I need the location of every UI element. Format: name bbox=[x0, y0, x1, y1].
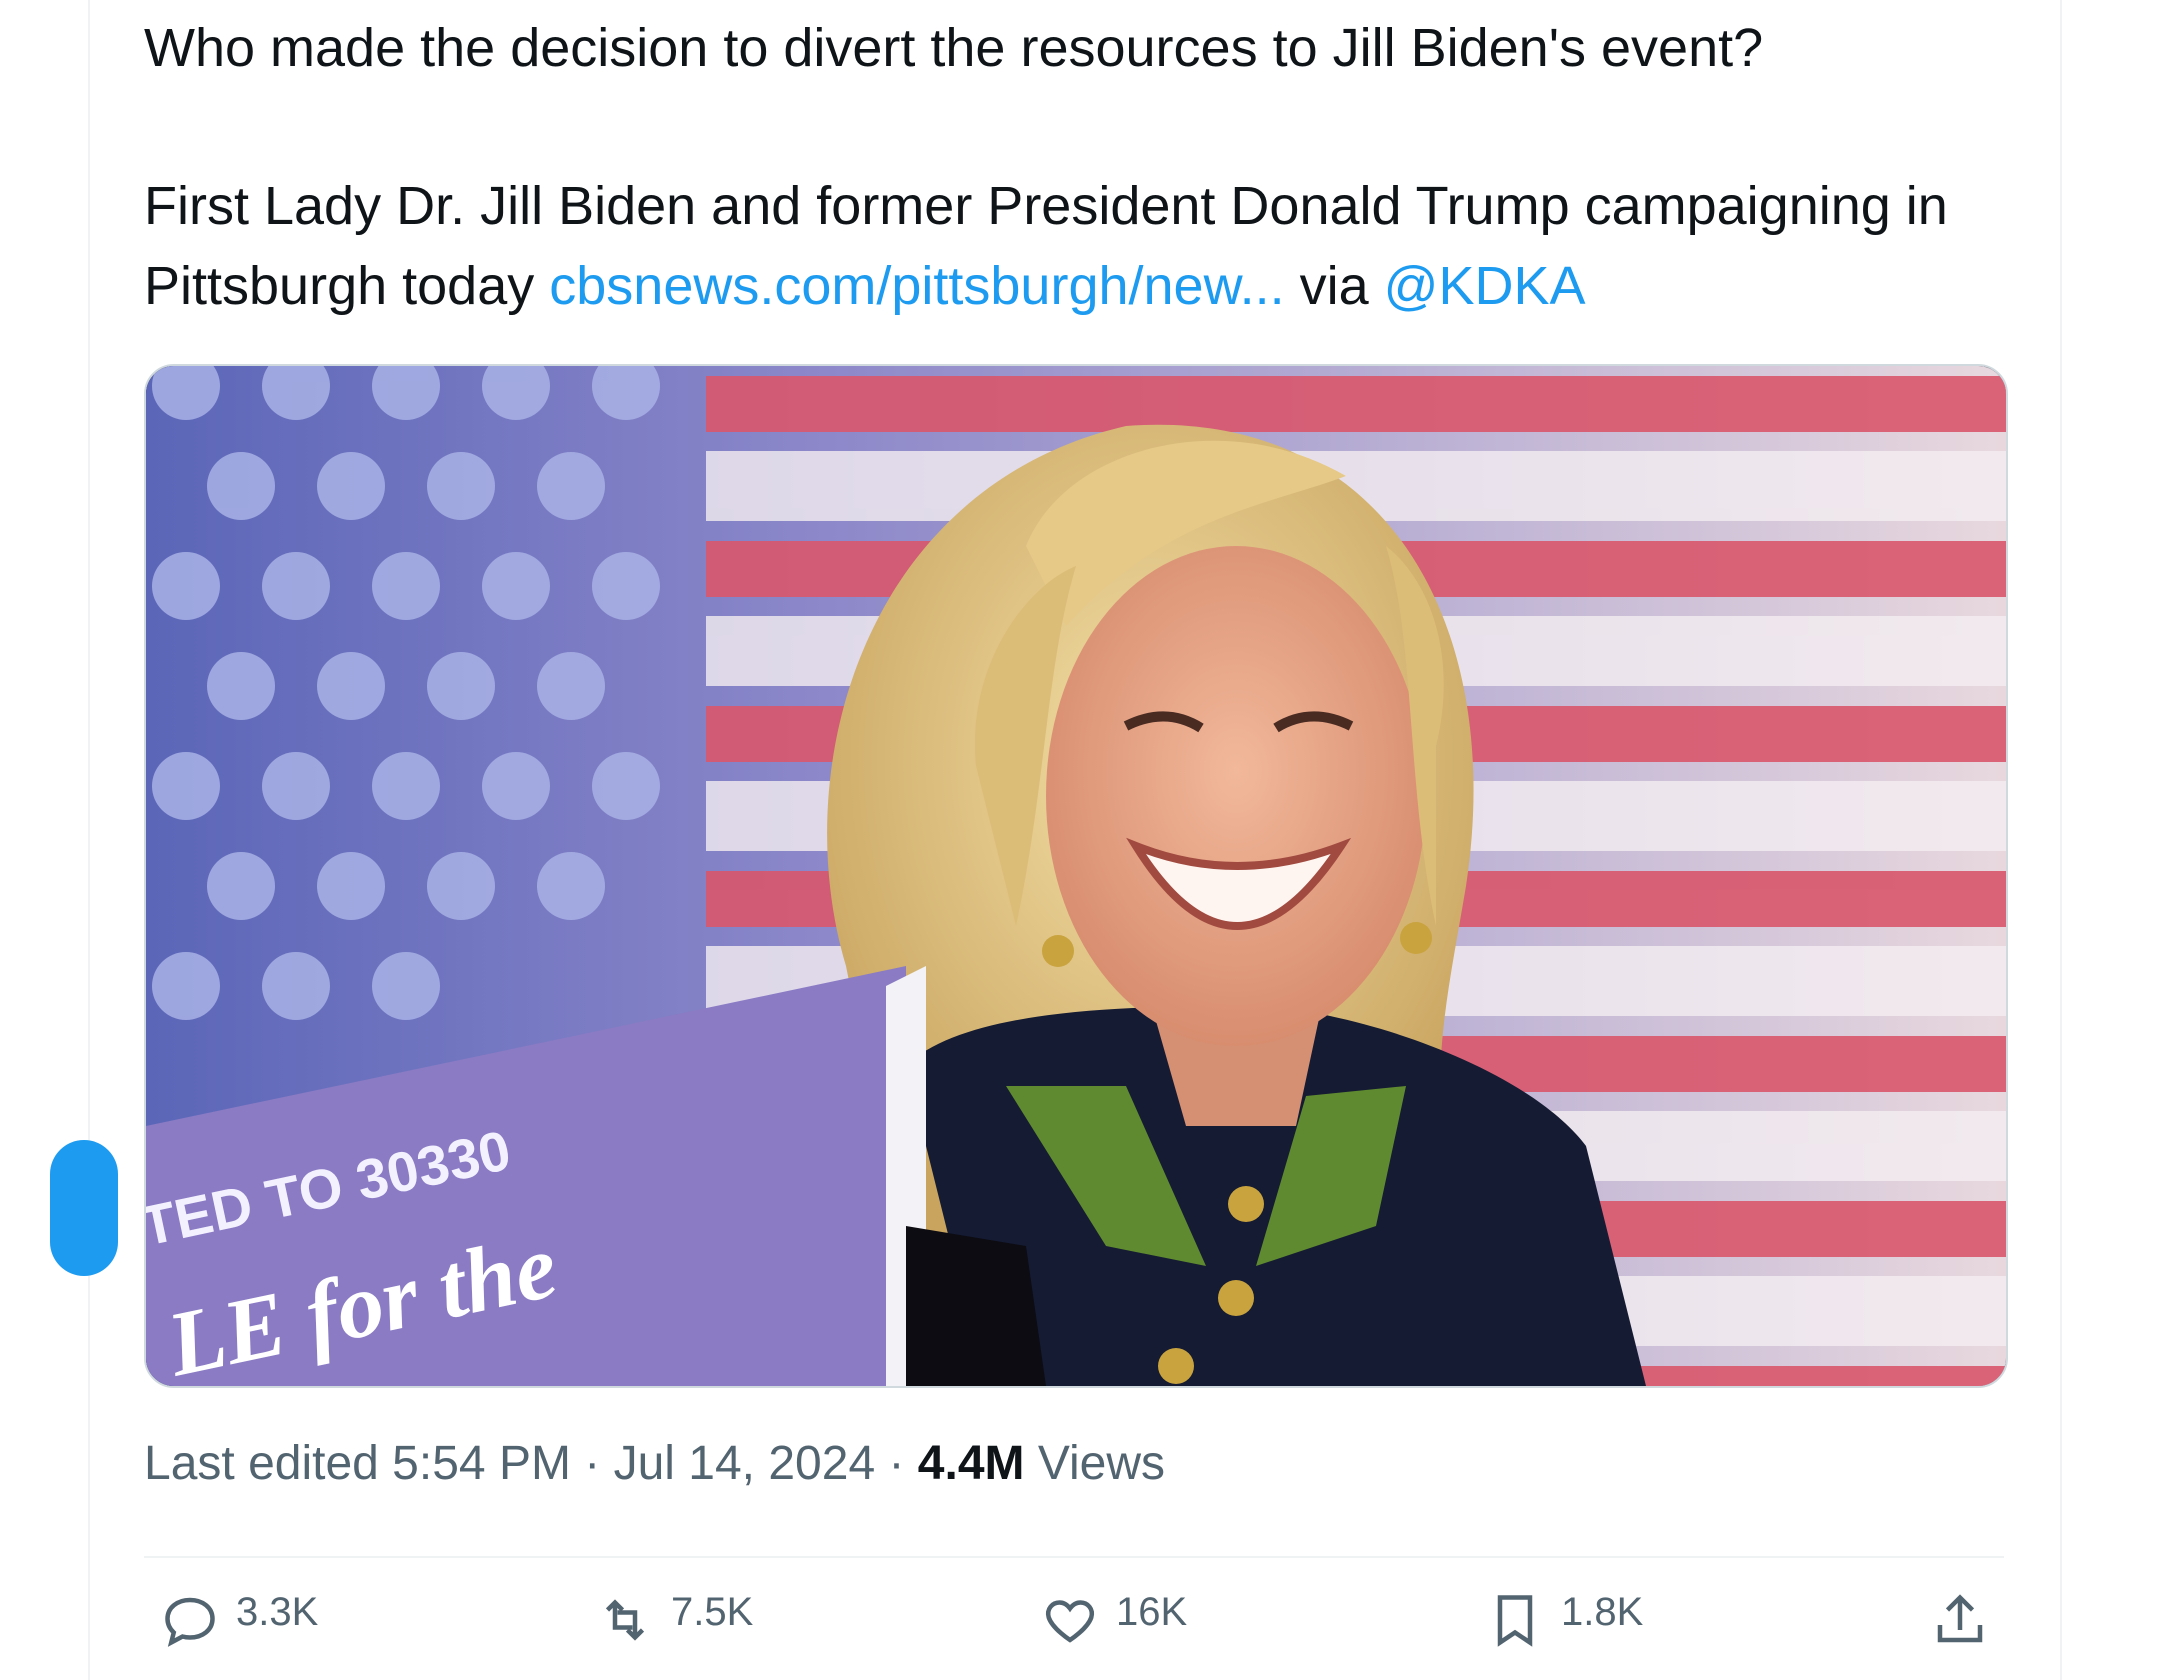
share-button[interactable] bbox=[1930, 1590, 1990, 1650]
heart-icon bbox=[1045, 1600, 1095, 1643]
bookmark-count: 1.8K bbox=[1561, 1590, 1644, 1634]
views-label: Views bbox=[1024, 1437, 1166, 1490]
like-count: 16K bbox=[1116, 1590, 1188, 1634]
retweet-icon bbox=[605, 1599, 645, 1641]
share-icon bbox=[1937, 1594, 1983, 1643]
like-button[interactable]: 16K bbox=[1040, 1590, 1187, 1650]
bookmark-button[interactable]: 1.8K bbox=[1485, 1590, 1643, 1650]
reply-count: 3.3K bbox=[236, 1590, 319, 1634]
divider bbox=[144, 1556, 2004, 1558]
tweet-text-line1: Who made the decision to divert the reso… bbox=[144, 18, 1764, 78]
action-bar: 3.3K 7.5K 16K 1.8K bbox=[0, 1590, 2160, 1650]
tweet-media-photo[interactable]: TED TO 30330 LE for the bbox=[144, 364, 2008, 1388]
reply-button[interactable]: 3.3K bbox=[160, 1590, 318, 1650]
tweet-meta: Last edited 5:54 PM · Jul 14, 2024 · 4.4… bbox=[144, 1432, 1165, 1496]
bookmark-icon bbox=[1497, 1595, 1533, 1647]
photo-image: TED TO 30330 LE for the bbox=[146, 366, 2006, 1386]
compose-fab[interactable] bbox=[50, 1140, 118, 1276]
tweet-text-body: First Lady Dr. Jill Biden and former Pre… bbox=[144, 166, 2024, 326]
via-text: via bbox=[1284, 256, 1384, 316]
edited-timestamp[interactable]: Last edited 5:54 PM · Jul 14, 2024 · bbox=[144, 1437, 918, 1490]
retweet-button[interactable]: 7.5K bbox=[595, 1590, 753, 1650]
reply-icon bbox=[165, 1597, 215, 1647]
mention-link[interactable]: @KDKA bbox=[1384, 256, 1586, 316]
views-count: 4.4M bbox=[917, 1437, 1025, 1490]
article-link[interactable]: cbsnews.com/pittsburgh/new... bbox=[549, 256, 1284, 316]
retweet-count: 7.5K bbox=[671, 1590, 754, 1634]
